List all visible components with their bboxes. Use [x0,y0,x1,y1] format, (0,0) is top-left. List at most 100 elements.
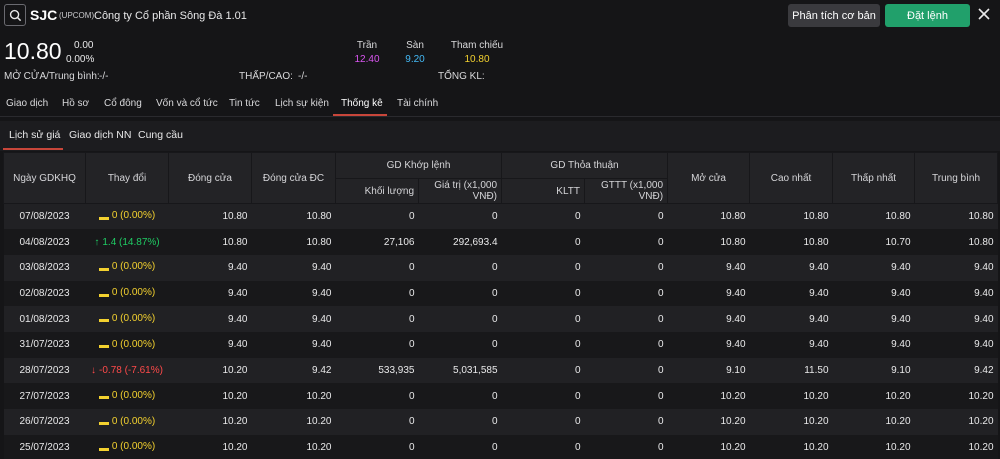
volume-cell: 0 [335,280,419,307]
low-cell: 9.40 [832,331,915,358]
deal-volume-cell: 0 [501,229,585,255]
table-row[interactable]: 28/07/2023 ↓ -0.78 (-7.61%) 10.20 9.42 533,93… [3,357,998,384]
col-header-open[interactable]: Mở cửa [667,152,751,204]
open-cell: 10.80 [667,229,750,255]
deal-volume-cell: 0 [501,434,585,459]
change-cell: ↓ -0.78 (-7.61%) [85,357,169,384]
change-cell: 0 (0.00%) [85,280,169,307]
table-row[interactable]: 31/07/2023 0 (0.00%) 9.40 9.40 0 0 0 0 9.40 9.40 9… [3,331,998,358]
avg-cell: 10.20 [914,383,998,409]
group-header-deal: GD Thỏa thuận [501,152,669,179]
date-cell: 02/08/2023 [3,280,86,307]
subtab-foreign-trading[interactable]: Giao dịch NN [69,129,131,141]
subtab-supply-demand[interactable]: Cung cầu [138,129,183,141]
tab-shareholders[interactable]: Cổ đông [104,98,142,109]
value-cell: 0 [418,254,502,281]
change-value: 0 (0.00%) [111,261,156,273]
col-header-avg[interactable]: Trung bình [914,152,999,204]
flat-indicator-icon [98,293,109,297]
sub-tabs: Lịch sử giá Giao dịch NN Cung cầu [0,121,1000,151]
close-cell: 10.20 [168,383,252,409]
change-value: 1.4 (14.87%) [102,236,160,248]
active-tab-indicator [333,114,387,116]
low-cell: 10.80 [832,203,915,230]
close-cell: 10.20 [168,357,252,384]
col-header-low[interactable]: Thấp nhất [832,152,916,204]
deal-volume-cell: 0 [501,280,585,307]
col-header-volume[interactable]: Khối lượng [335,178,419,204]
value-cell: 292,693.4 [418,229,502,255]
adj-close-cell: 9.42 [251,357,336,384]
place-order-button[interactable]: Đặt lệnh [885,4,970,27]
col-header-deal-volume[interactable]: KLTT [501,178,586,204]
table-row[interactable]: 02/08/2023 0 (0.00%) 9.40 9.40 0 0 0 0 9.40 9.40 9… [3,280,998,307]
high-cell: 11.50 [749,357,833,384]
table-row[interactable]: 04/08/2023 ↑ 1.4 (14.87%) 10.80 10.80 27,106 2… [3,229,998,255]
change-value: -0.78 (-7.61%) [99,364,163,376]
tab-events[interactable]: Lịch sự kiện [275,98,329,109]
deal-volume-cell: 0 [501,409,585,435]
volume-cell: 0 [335,409,419,435]
fundamental-analysis-button[interactable]: Phân tích cơ bản [788,4,880,27]
table-row[interactable]: 26/07/2023 0 (0.00%) 10.20 10.20 0 0 0 0 10.20 10… [3,409,998,435]
tab-news[interactable]: Tin tức [229,98,260,109]
table-body: 07/08/2023 0 (0.00%) 10.80 10.80 0 0 0 0 10.80 10… [3,203,998,459]
col-header-adj-close[interactable]: Đóng cửa ĐC [251,152,336,204]
price-change: 0.00 [74,40,94,51]
col-header-close[interactable]: Đóng cửa [168,152,252,204]
table-row[interactable]: 07/08/2023 0 (0.00%) 10.80 10.80 0 0 0 0 10.80 10… [3,203,998,230]
volume-cell: 0 [335,254,419,281]
floor-block: Sàn 9.20 [398,40,432,65]
high-cell: 10.20 [749,409,833,435]
date-cell: 26/07/2023 [3,409,86,435]
close-button[interactable] [976,5,992,23]
table-row[interactable]: 27/07/2023 0 (0.00%) 10.20 10.20 0 0 0 0 10.20 10… [3,383,998,409]
col-header-high[interactable]: Cao nhất [749,152,834,204]
active-subtab-indicator [3,148,63,150]
change-cell: ↑ 1.4 (14.87%) [85,229,169,255]
ceiling-label: Trần [356,40,378,51]
change-cell: 0 (0.00%) [85,331,169,358]
tab-financials[interactable]: Tài chính [397,98,438,109]
value-cell: 0 [418,306,502,332]
table-row[interactable]: 01/08/2023 0 (0.00%) 9.40 9.40 0 0 0 0 9.40 9.40 9… [3,306,998,332]
volume-cell: 533,935 [335,357,419,384]
date-cell: 04/08/2023 [3,229,86,255]
volume-cell: 0 [335,306,419,332]
adj-close-cell: 9.40 [251,331,336,358]
col-header-value[interactable]: Giá trị (x1,000 VNĐ) [417,178,503,204]
avg-cell: 10.80 [914,203,998,230]
tab-profile[interactable]: Hồ sơ [62,98,89,109]
change-value: 0 (0.00%) [111,210,156,222]
table-row[interactable]: 25/07/2023 0 (0.00%) 10.20 10.20 0 0 0 0 10.20 10… [3,434,998,459]
floor-label: Sàn [406,40,424,51]
stock-symbol: SJC [30,7,58,23]
deal-volume-cell: 0 [501,254,585,281]
tab-trading[interactable]: Giao dịch [6,98,48,109]
change-value: 0 (0.00%) [111,338,156,350]
date-cell: 28/07/2023 [3,357,86,384]
subtab-price-history[interactable]: Lịch sử giá [9,129,60,141]
value-cell: 0 [418,280,502,307]
date-cell: 07/08/2023 [3,203,86,230]
low-cell: 9.10 [832,357,915,384]
col-header-date[interactable]: Ngày GDKHQ [3,152,86,204]
search-button[interactable] [4,4,26,26]
deal-volume-cell: 0 [501,357,585,384]
col-header-deal-value[interactable]: GTTT (x1,000 VNĐ) [584,178,669,204]
tab-statistics[interactable]: Thống kê [341,98,383,109]
open-cell: 9.40 [667,254,750,281]
flat-indicator-icon [98,345,109,349]
table-row[interactable]: 03/08/2023 0 (0.00%) 9.40 9.40 0 0 0 0 9.40 9.40 9… [3,254,998,281]
value-cell: 0 [418,383,502,409]
value-cell: 0 [418,434,502,459]
col-header-change[interactable]: Thay đổi [85,152,169,204]
change-value: 0 (0.00%) [111,389,156,401]
deal-value-cell: 0 [584,434,668,459]
tab-capital-dividend[interactable]: Vốn và cổ tức [156,98,218,109]
avg-cell: 9.42 [914,357,998,384]
close-icon [978,8,990,20]
low-cell: 10.20 [832,383,915,409]
low-high-value: -/- [298,71,308,82]
avg-cell: 10.20 [914,434,998,459]
